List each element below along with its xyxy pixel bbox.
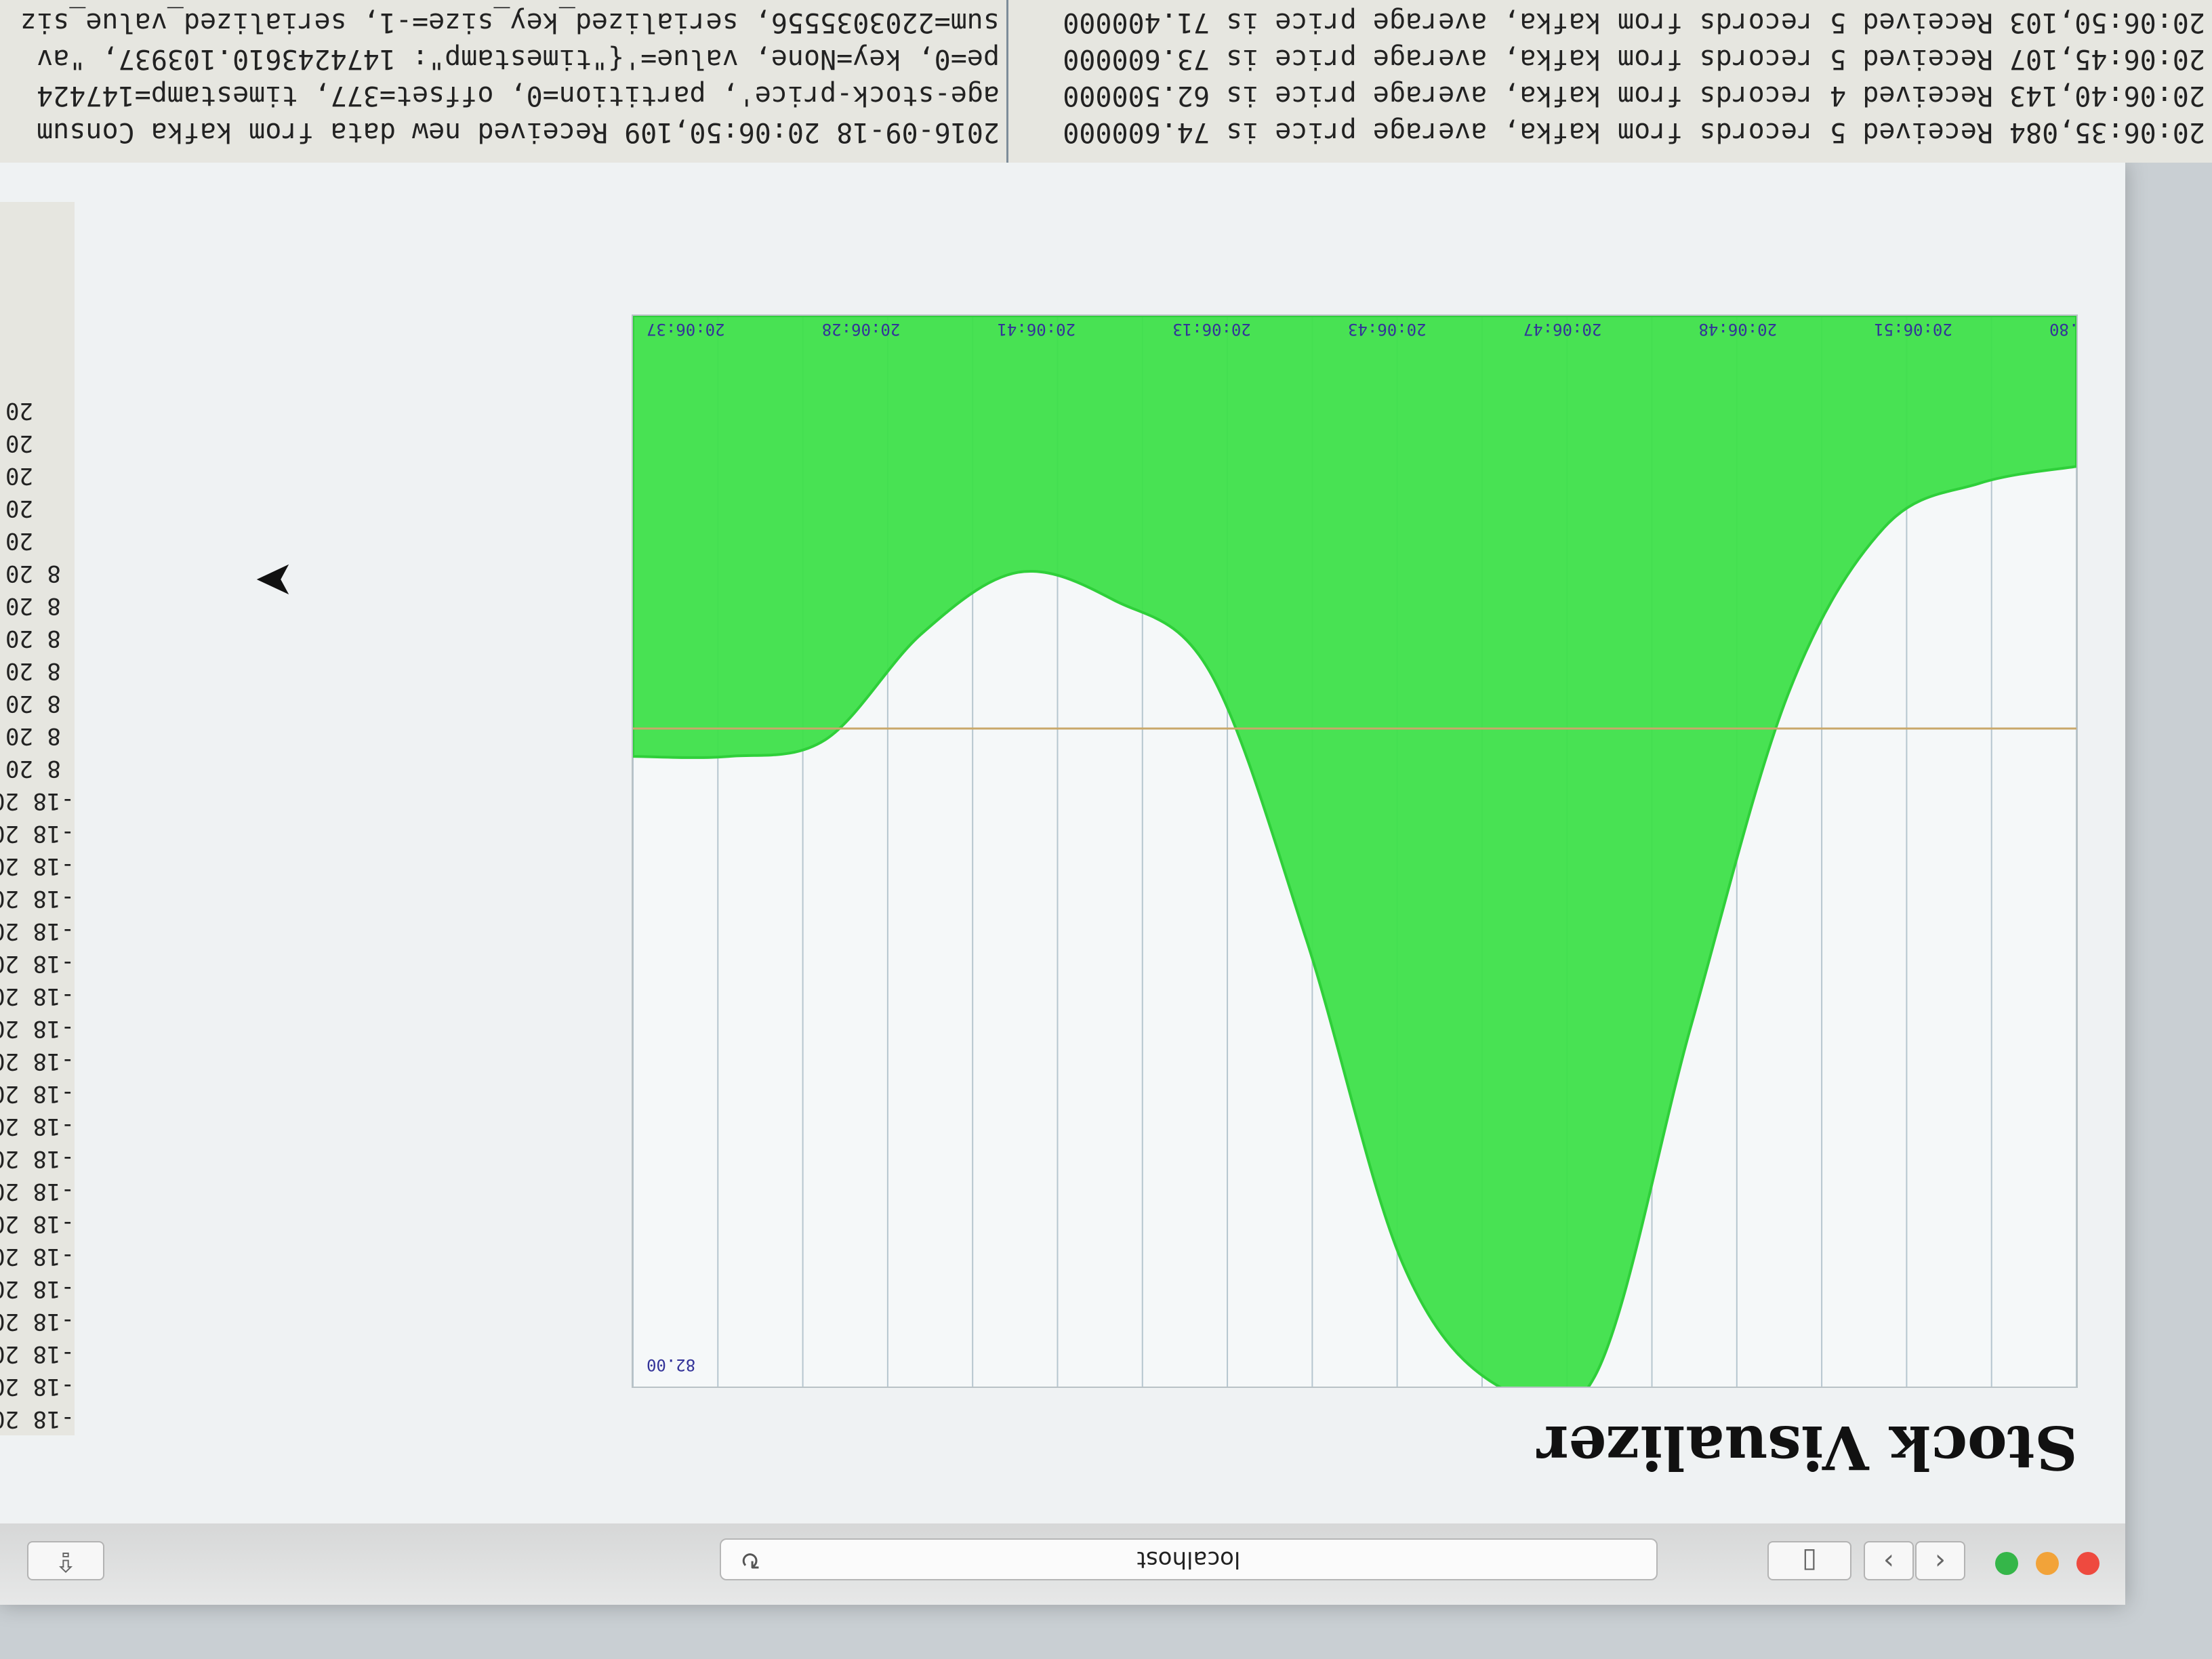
address-bar[interactable]: localhost ↻ bbox=[720, 1538, 1658, 1580]
back-button[interactable]: ‹ bbox=[1915, 1541, 1965, 1580]
browser-toolbar: ‹ › ▯ localhost ↻ ⇪ bbox=[0, 1522, 2125, 1605]
log-line-prefix: -18 20 bbox=[0, 820, 75, 847]
log-line-prefix: -18 20 bbox=[0, 1243, 75, 1270]
kafka-log-line: age-stock-price', partition=0, offset=37… bbox=[37, 80, 1000, 111]
y-min-label: 82.00 bbox=[647, 1355, 695, 1374]
x-tick-label: 62.80 bbox=[2049, 320, 2076, 339]
reload-icon[interactable]: ↻ bbox=[740, 1540, 760, 1579]
log-line-prefix: -18 20 bbox=[0, 1340, 75, 1368]
log-line-prefix: -18 20 bbox=[0, 1080, 75, 1107]
log-line-prefix: 20 bbox=[5, 527, 33, 554]
x-tick-label: 20:06:43 bbox=[1348, 320, 1427, 339]
log-line-prefix: 8 20 bbox=[5, 722, 61, 750]
log-line-prefix: -18 20 bbox=[0, 918, 75, 945]
chart-svg: 20:06:37 20:06:28 20:06:41 20:06:13 20:06:43… bbox=[632, 314, 2098, 1413]
browser-window: ‹ › ▯ localhost ↻ ⇪ Stock Visualizer 20:… bbox=[0, 163, 2125, 1605]
x-tick-label: 20:06:28 bbox=[822, 320, 901, 339]
url-text: localhost bbox=[1136, 1546, 1241, 1573]
web-page: Stock Visualizer 20:06:37 20:06:28 20:06:4… bbox=[0, 163, 2125, 1523]
log-line-prefix: -18 20 bbox=[0, 1145, 75, 1172]
log-line-prefix: -18 20 bbox=[0, 853, 75, 880]
chevron-left-icon: ‹ bbox=[1935, 1546, 1946, 1577]
minimize-window-button[interactable] bbox=[2036, 1552, 2059, 1575]
log-line-prefix: -18 20 bbox=[0, 1406, 75, 1433]
forward-button[interactable]: › bbox=[1864, 1541, 1914, 1580]
kafka-log-line: 2016-09-18 20:06:50,109 Received new dat… bbox=[37, 117, 1000, 148]
maximize-window-button[interactable] bbox=[1995, 1552, 2018, 1575]
sidebar-toggle-button[interactable]: ▯ bbox=[1767, 1541, 1851, 1580]
log-line-prefix: -18 20 bbox=[0, 1210, 75, 1237]
kafka-log-line: pe=0, key=None, value='{"timestamp": 147… bbox=[37, 43, 1000, 75]
log-line-prefix: 8 20 bbox=[5, 625, 61, 652]
page-title: Stock Visualizer bbox=[1537, 1412, 2078, 1483]
log-line-prefix: -18 20 bbox=[0, 885, 75, 912]
log-line-prefix: 8 20 bbox=[5, 657, 61, 684]
photo-scene: ‹ › ▯ localhost ↻ ⇪ Stock Visualizer 20:… bbox=[0, 0, 2212, 1659]
stock-chart: 20:06:37 20:06:28 20:06:41 20:06:13 20:06:43… bbox=[632, 314, 2098, 1413]
log-line-prefix: 20 bbox=[5, 462, 33, 489]
terminal-strip-right: -18 20 -18 20 -18 20 -18 20 -18 20 -18 20 -18 … bbox=[0, 202, 75, 1435]
x-tick-label: 20:06:13 bbox=[1172, 320, 1251, 339]
log-line-prefix: -18 20 bbox=[0, 950, 75, 977]
log-line-prefix: 8 20 bbox=[5, 690, 61, 717]
x-tick-label: 20:06:51 bbox=[1874, 320, 1952, 339]
log-line-prefix: -18 20 bbox=[0, 1178, 75, 1205]
log-line-prefix: -18 20 bbox=[0, 1373, 75, 1400]
chevron-right-icon: › bbox=[1883, 1546, 1894, 1577]
log-line-prefix: -18 20 bbox=[0, 983, 75, 1010]
log-line-prefix: 20 bbox=[5, 397, 33, 424]
price-area-series bbox=[632, 314, 2078, 1413]
log-line-prefix: 20 bbox=[5, 495, 33, 522]
x-tick-label: 20:06:47 bbox=[1523, 320, 1602, 339]
x-tick-label: 20:06:37 bbox=[647, 320, 725, 339]
log-line-prefix: -18 20 bbox=[0, 1113, 75, 1140]
log-line-prefix: 8 20 bbox=[5, 592, 61, 619]
mouse-cursor-icon: ➤ bbox=[254, 553, 294, 609]
log-line-prefix: -18 20 bbox=[0, 1275, 75, 1303]
log-line-prefix: 8 20 bbox=[5, 560, 61, 587]
close-window-button[interactable] bbox=[2076, 1552, 2100, 1575]
x-tick-label: 20:06:41 bbox=[998, 320, 1076, 339]
log-line-prefix: 8 20 bbox=[5, 755, 61, 782]
log-line-prefix: 20 bbox=[5, 430, 33, 457]
terminal-right-pane: 2016-09-18 20:06:50,109 Received new dat… bbox=[0, 0, 1008, 163]
kafka-log-line: sum=2203035556, serialized_key_size=-1, … bbox=[20, 7, 1000, 38]
x-tick-label: 20:06:48 bbox=[1699, 320, 1778, 339]
log-line-prefix: -18 20 bbox=[0, 1015, 75, 1042]
log-line-prefix: -18 20 bbox=[0, 1308, 75, 1335]
share-icon: ⇪ bbox=[54, 1546, 77, 1577]
log-line-prefix: -18 20 bbox=[0, 1048, 75, 1075]
sidebar-icon: ▯ bbox=[1802, 1546, 1818, 1577]
log-line-prefix: -18 20 bbox=[0, 787, 75, 815]
share-button[interactable]: ⇪ bbox=[27, 1541, 104, 1580]
terminal-panel: 20:06:35,084 Received 5 records from kaf… bbox=[0, 0, 2212, 163]
